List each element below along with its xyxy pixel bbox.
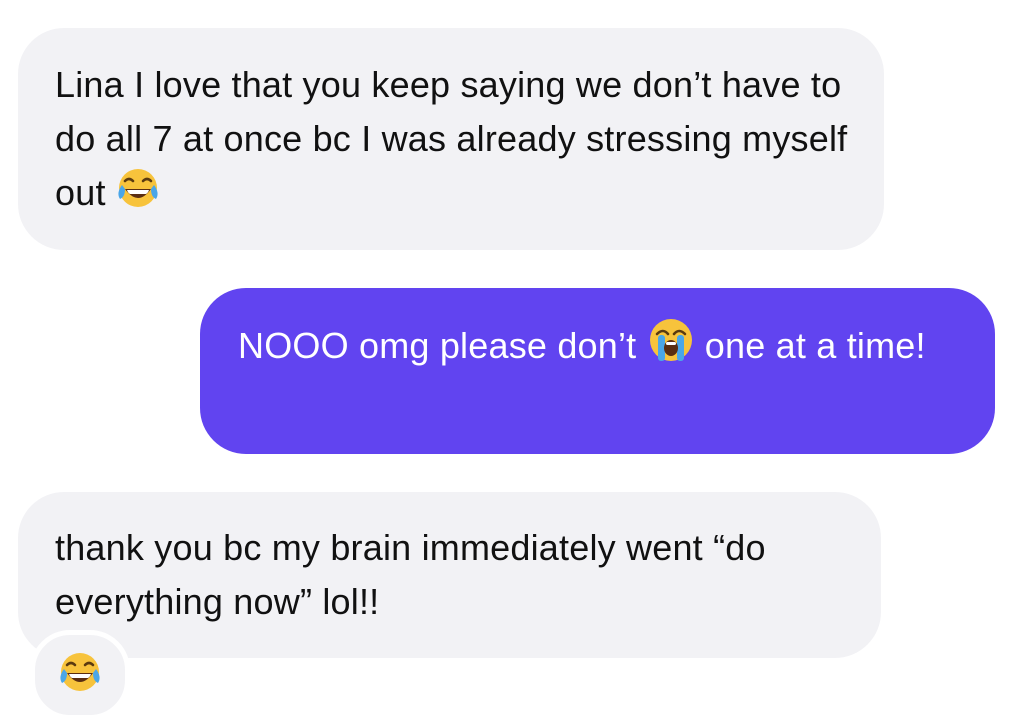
message-thread: Lina I love that you keep saying we don’… xyxy=(0,0,1019,727)
incoming-message-bubble[interactable]: thank you bc my brain immediately went “… xyxy=(18,492,881,658)
outgoing-message-bubble[interactable]: NOOO omg please don’t one at a time! xyxy=(200,288,995,454)
face-with-tears-of-joy-icon xyxy=(116,167,160,226)
loudly-crying-face-icon xyxy=(647,316,695,379)
face-with-tears-of-joy-icon xyxy=(58,651,102,700)
message-text: NOOO omg please don’t one at a time! xyxy=(238,316,955,379)
message-text: thank you bc my brain immediately went “… xyxy=(55,527,766,622)
incoming-message-bubble[interactable]: Lina I love that you keep saying we don’… xyxy=(18,28,884,250)
message-reaction[interactable] xyxy=(30,630,130,720)
message-text: Lina I love that you keep saying we don’… xyxy=(55,58,848,226)
